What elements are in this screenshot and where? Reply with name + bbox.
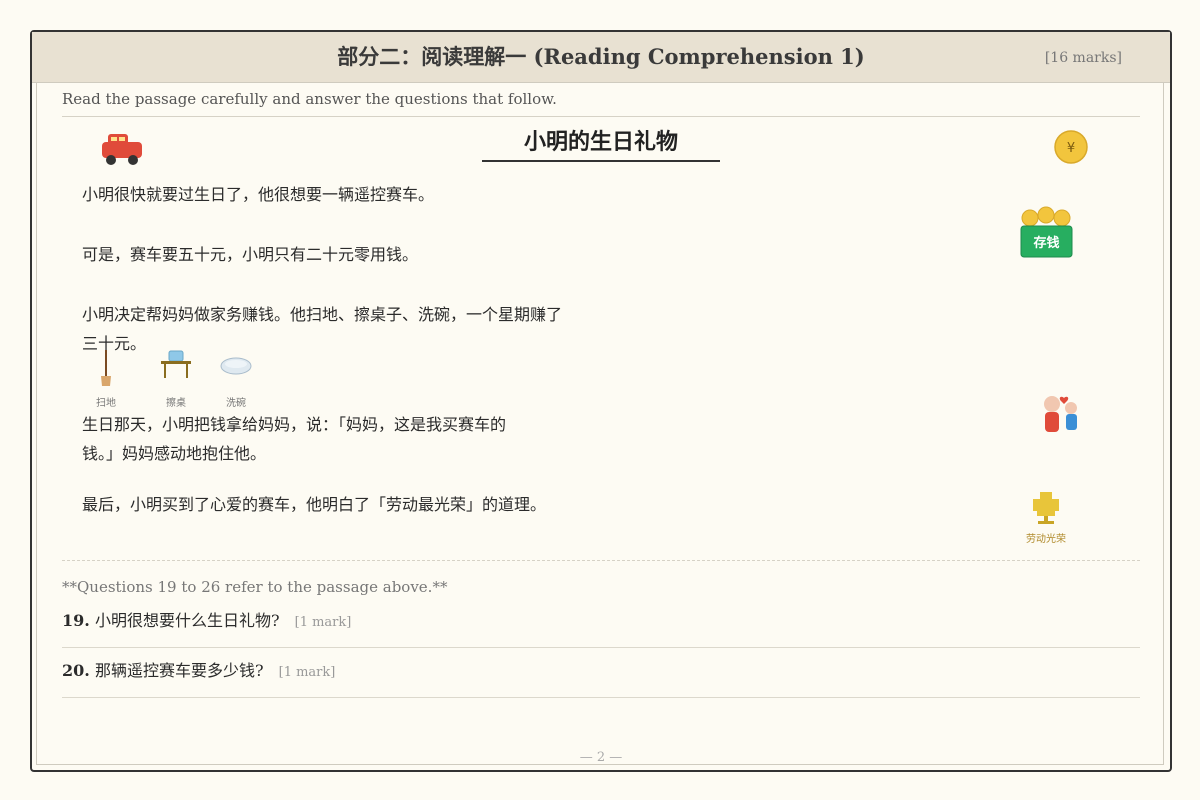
worksheet-page: 部分二：阅读理解一 (Reading Comprehension 1) [16 … xyxy=(30,30,1172,772)
question-marks: [1 mark] xyxy=(294,615,352,630)
coin-symbol: ¥ xyxy=(1067,141,1075,156)
instruction-text: Read the passage carefully and answer th… xyxy=(62,90,557,108)
section-marks: [16 marks] xyxy=(1044,50,1122,66)
savings-icon: 存钱 xyxy=(1020,206,1074,262)
toy-car-icon xyxy=(100,132,144,170)
section-header: 部分二：阅读理解一 (Reading Comprehension 1) [16 … xyxy=(32,32,1170,83)
question-20: 20. 那辆遥控赛车要多少钱? [1 mark] xyxy=(62,657,1140,698)
paragraph-5: 最后，小明买到了心爱的赛车，他明白了「劳动最光荣」的道理。 xyxy=(82,495,547,514)
divider xyxy=(62,116,1140,117)
story-title-block: 小明的生日礼物 xyxy=(482,126,720,162)
paragraph-1: 小明很快就要过生日了，他很想要一辆遥控赛车。 xyxy=(82,185,435,204)
chore-sweep: 扫地 xyxy=(86,350,126,409)
story-title: 小明的生日礼物 xyxy=(523,129,678,155)
question-text: 小明很想要什么生日礼物? xyxy=(94,611,280,630)
question-marks: [1 mark] xyxy=(278,665,336,680)
page-number: — 2 — xyxy=(579,750,623,765)
chore-wash-dishes: 洗碗 xyxy=(216,350,256,409)
chore-wipe-table: 擦桌 xyxy=(156,350,196,409)
question-number: 20. xyxy=(62,661,90,680)
paragraph-4-line-1: 生日那天，小明把钱拿给妈妈，说：「妈妈，这是我买赛车的 xyxy=(82,415,507,434)
coin-icon: ¥ xyxy=(1054,130,1088,168)
dish-icon xyxy=(220,357,252,375)
chore-label: 洗碗 xyxy=(226,398,246,409)
section-divider xyxy=(62,560,1140,561)
trophy-icon: 劳动光荣 xyxy=(1024,490,1068,545)
section-title: 部分二：阅读理解一 (Reading Comprehension 1) xyxy=(337,44,865,69)
questions-note: **Questions 19 to 26 refer to the passag… xyxy=(62,578,448,596)
question-number: 19. xyxy=(62,611,90,630)
question-19: 19. 小明很想要什么生日礼物? [1 mark] xyxy=(62,607,1140,648)
title-underline xyxy=(482,160,720,162)
chore-label: 擦桌 xyxy=(166,398,186,409)
table-icon xyxy=(161,350,191,378)
trophy-label: 劳动光荣 xyxy=(1026,534,1066,545)
paragraph-4-line-2: 钱。」妈妈感动地抱住他。 xyxy=(82,444,267,463)
paragraph-3-line-1: 小明决定帮妈妈做家务赚钱。他扫地、擦桌子、洗碗，一个星期赚了 xyxy=(82,305,563,324)
question-text: 那辆遥控赛车要多少钱? xyxy=(94,661,264,680)
hug-icon xyxy=(1042,394,1082,438)
chore-label: 扫地 xyxy=(96,398,116,409)
broom-icon xyxy=(101,350,111,386)
savings-label: 存钱 xyxy=(1033,235,1059,251)
paragraph-2: 可是，赛车要五十元，小明只有二十元零用钱。 xyxy=(82,245,419,264)
